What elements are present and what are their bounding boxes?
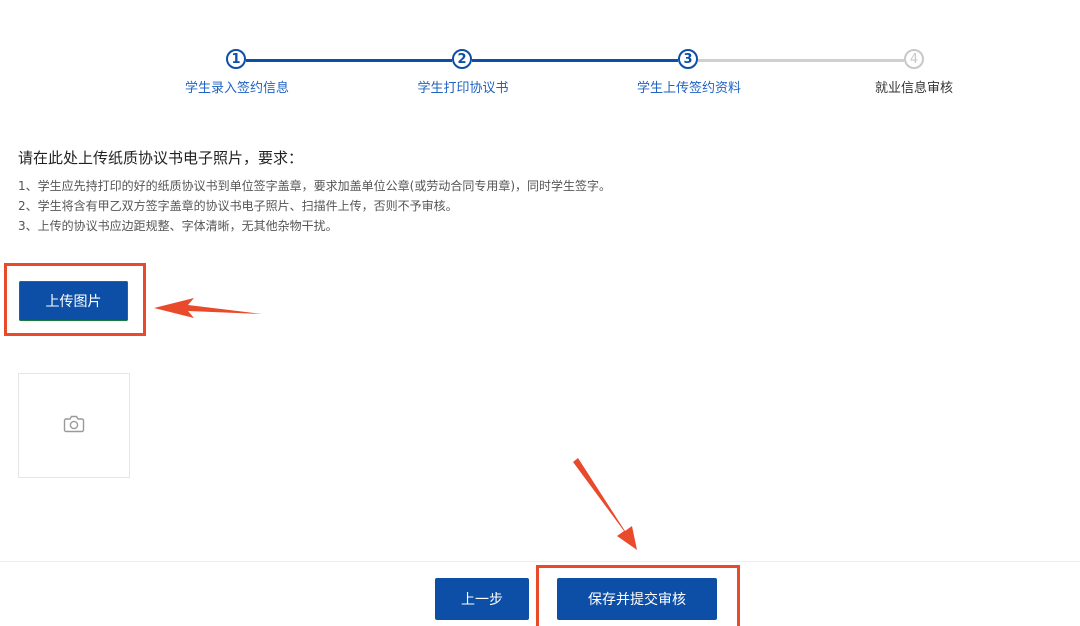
instructions-title: 请在此处上传纸质协议书电子照片，要求：: [18, 149, 304, 167]
camera-icon: [63, 415, 85, 437]
step-4-circle: 4: [904, 49, 924, 69]
step-2-circle: 2: [452, 49, 472, 69]
left-arrow: [154, 298, 262, 318]
step-connector-1-2: [246, 59, 452, 62]
step-connector-2-3: [472, 59, 678, 62]
step-2-label: 学生打印协议书: [417, 81, 509, 96]
upload-image-button[interactable]: 上传图片: [19, 281, 128, 321]
step-3-label: 学生上传签约资料: [636, 81, 742, 96]
step-progress: 1 2 3 4 学生录入签约信息 学生打印协议书 学生上传签约资料 就业信息审核: [0, 0, 1080, 110]
upload-instructions: 请在此处上传纸质协议书电子照片，要求： 1、学生应先持打印的好的纸质协议书到单位…: [18, 147, 611, 236]
footer-divider: [0, 561, 1080, 562]
instruction-line-2: 2、学生将含有甲乙双方签字盖章的协议书电子照片、扫描件上传，否则不予审核。: [18, 199, 458, 213]
photo-upload-placeholder[interactable]: [18, 373, 130, 478]
instruction-line-1: 1、学生应先持打印的好的纸质协议书到单位签字盖章，要求加盖单位公章(或劳动合同专…: [18, 179, 612, 193]
previous-step-button[interactable]: 上一步: [435, 578, 529, 620]
step-connector-3-4: [698, 59, 904, 62]
step-3-circle: 3: [678, 49, 698, 69]
save-and-submit-button[interactable]: 保存并提交审核: [557, 578, 717, 620]
step-1-label: 学生录入签约信息: [184, 81, 290, 96]
step-4-label: 就业信息审核: [874, 81, 954, 96]
instruction-line-3: 3、上传的协议书应边距规整、字体清晰，无其他杂物干扰。: [18, 219, 338, 233]
step-1-circle: 1: [226, 49, 246, 69]
down-arrow: [573, 458, 637, 550]
